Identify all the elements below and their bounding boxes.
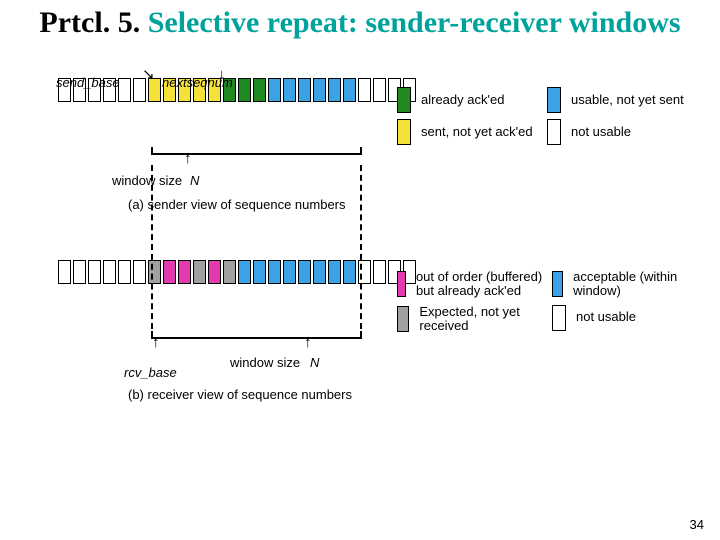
dashed-guide	[151, 165, 153, 329]
seq-cell	[313, 78, 326, 102]
seq-cell	[328, 78, 341, 102]
legend-text: sent, not yet ack'ed	[421, 125, 533, 139]
title-main: Selective repeat: sender-receiver window…	[148, 6, 681, 39]
seq-cell	[208, 260, 221, 284]
swatch-not-usable-r	[552, 305, 566, 331]
label-N-b: N	[310, 355, 319, 370]
legend-text: not usable	[576, 310, 636, 324]
legend-text: already ack'ed	[421, 93, 504, 107]
seq-cell	[193, 260, 206, 284]
swatch-sent-not-acked	[397, 119, 411, 145]
seq-cell	[358, 78, 371, 102]
seq-cell	[118, 260, 131, 284]
page-number: 34	[690, 517, 704, 532]
slide-title: Prtcl. 5. Selective repeat: sender-recei…	[0, 6, 720, 39]
dashed-guide	[360, 165, 362, 329]
swatch-out-of-order	[397, 271, 406, 297]
swatch-already-acked	[397, 87, 411, 113]
seq-cell	[343, 78, 356, 102]
label-N-a: N	[190, 173, 199, 188]
seq-cell	[298, 78, 311, 102]
diagram-container: send_base nextseqnum ↘ ↓ ↑ window size N…	[52, 75, 692, 287]
swatch-usable	[547, 87, 561, 113]
legend-text: Expected, not yet received	[419, 305, 552, 334]
window-bracket-line	[151, 337, 362, 339]
title-prefix: Prtcl. 5.	[39, 6, 140, 39]
label-rcv-base: rcv_base	[124, 365, 177, 380]
caption-a: (a) sender view of sequence numbers	[128, 197, 346, 212]
seq-cell	[343, 260, 356, 284]
seq-cell	[58, 260, 71, 284]
legend-text: usable, not yet sent	[571, 93, 684, 107]
seq-cell	[253, 78, 266, 102]
label-send-base: send_base	[56, 75, 120, 90]
seq-cell	[223, 260, 236, 284]
seq-cell	[373, 260, 386, 284]
legend-receiver: out of order (buffered) but already ack'…	[397, 270, 692, 339]
legend-text: acceptable (within window)	[573, 270, 692, 299]
seq-cell	[73, 260, 86, 284]
seq-cell	[238, 260, 251, 284]
label-window-size-a: window size	[112, 173, 182, 188]
seq-cell	[313, 260, 326, 284]
seq-cell	[253, 260, 266, 284]
swatch-acceptable	[552, 271, 563, 297]
seq-cell	[118, 78, 131, 102]
legend-text: not usable	[571, 125, 631, 139]
swatch-expected	[397, 306, 409, 332]
caption-b: (b) receiver view of sequence numbers	[128, 387, 352, 402]
seq-cell	[283, 260, 296, 284]
legend-sender: already ack'ed sent, not yet ack'ed usab…	[397, 87, 692, 151]
seq-cell	[268, 260, 281, 284]
label-window-size-b: window size	[230, 355, 300, 370]
legend-text: out of order (buffered) but already ack'…	[416, 270, 552, 299]
swatch-not-usable	[547, 119, 561, 145]
seq-cell	[148, 260, 161, 284]
seq-cell	[373, 78, 386, 102]
seq-cell	[178, 260, 191, 284]
seq-cell	[328, 260, 341, 284]
window-bracket-line	[151, 153, 362, 155]
seq-cell	[283, 78, 296, 102]
seq-cell	[238, 78, 251, 102]
seq-cell	[133, 260, 146, 284]
seq-cell	[88, 260, 101, 284]
seq-cell	[163, 260, 176, 284]
seq-cell	[103, 260, 116, 284]
seq-cell	[298, 260, 311, 284]
seq-cell	[268, 78, 281, 102]
